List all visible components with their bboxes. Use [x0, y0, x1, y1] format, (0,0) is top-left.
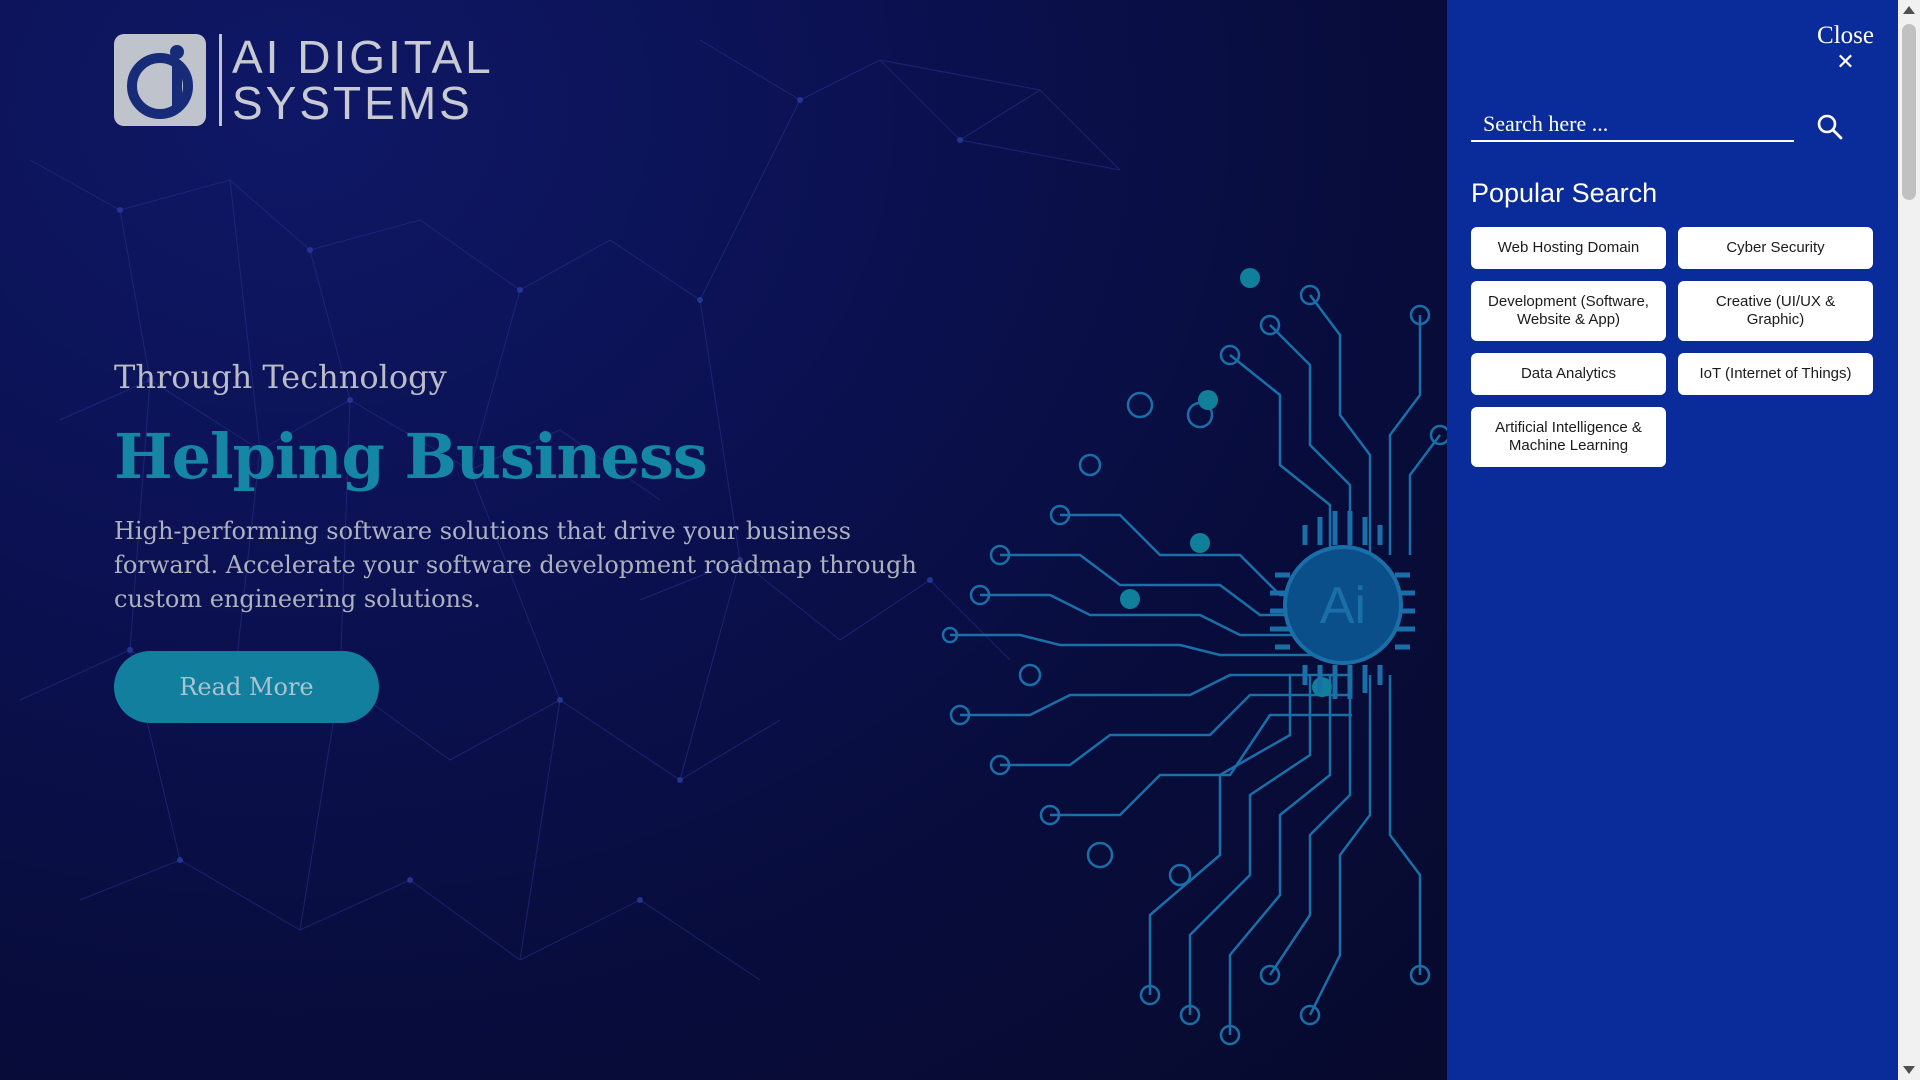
hero-eyebrow: Through Technology [114, 358, 447, 396]
tag-development[interactable]: Development (Software, Website & App) [1471, 281, 1666, 341]
page-scrollbar[interactable] [1898, 0, 1920, 1080]
ai-logo-icon [114, 34, 206, 126]
search-icon [1817, 114, 1843, 140]
tag-creative[interactable]: Creative (UI/UX & Graphic) [1678, 281, 1873, 341]
scroll-thumb[interactable] [1902, 24, 1916, 200]
ai-chip-label: Ai [1320, 577, 1366, 635]
close-button[interactable]: Close ✕ [1817, 22, 1874, 74]
close-label: Close [1817, 22, 1874, 49]
ai-circuit-illustration: Ai [941, 268, 1447, 1046]
read-more-button[interactable]: Read More [114, 651, 379, 723]
search-input[interactable] [1471, 108, 1794, 140]
scroll-down-icon[interactable] [1903, 1066, 1915, 1074]
tag-data-analytics[interactable]: Data Analytics [1471, 353, 1666, 395]
hero-description: High-performing software solutions that … [114, 517, 917, 613]
popular-search-tags: Web Hosting Domain Cyber Security Develo… [1471, 227, 1873, 467]
logo-line-2: SYSTEMS [232, 77, 473, 129]
tag-cyber-security[interactable]: Cyber Security [1678, 227, 1873, 269]
popular-search-heading: Popular Search [1471, 178, 1658, 208]
hero-headline: Helping Business [114, 420, 708, 493]
search-panel: Close ✕ Popular Search Web Hosting Domai… [1447, 0, 1898, 1080]
scroll-up-icon[interactable] [1903, 6, 1915, 14]
tag-ai-ml[interactable]: Artificial Intelligence & Machine Learni… [1471, 407, 1666, 467]
tag-iot[interactable]: IoT (Internet of Things) [1678, 353, 1873, 395]
search-field [1471, 108, 1794, 142]
logo-line-1: AI DIGITAL [232, 31, 494, 83]
tag-web-hosting-domain[interactable]: Web Hosting Domain [1471, 227, 1666, 269]
hero-section: Ai AI DIGITAL SYSTEMS Through Technology… [0, 0, 1447, 1080]
search-button[interactable] [1815, 112, 1845, 142]
site-logo[interactable]: AI DIGITAL SYSTEMS [114, 34, 494, 126]
logo-wordmark: AI DIGITAL SYSTEMS [232, 34, 494, 126]
logo-divider [219, 34, 222, 126]
close-icon: ✕ [1836, 50, 1855, 75]
